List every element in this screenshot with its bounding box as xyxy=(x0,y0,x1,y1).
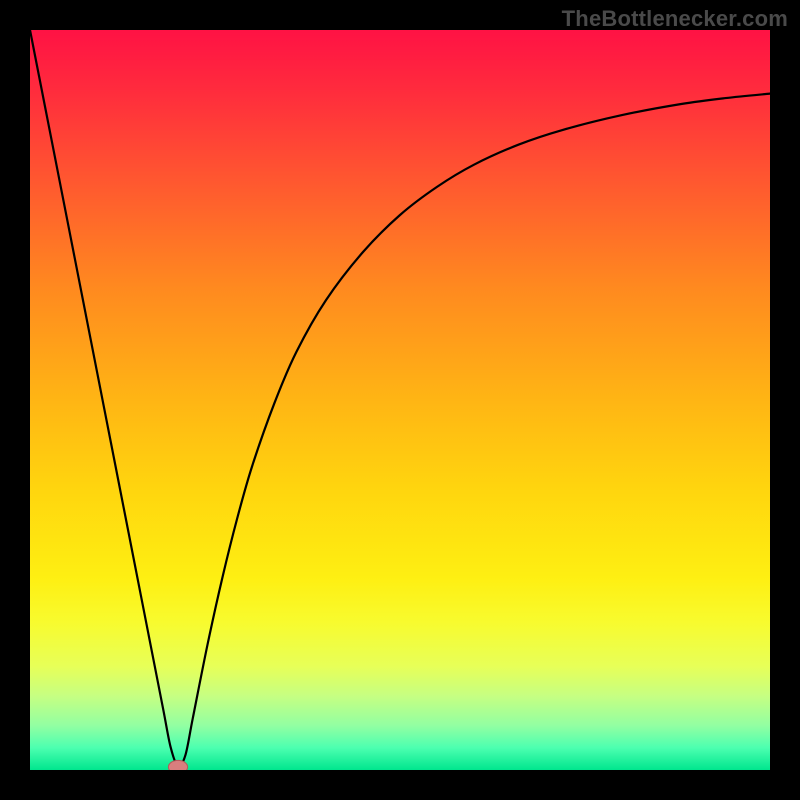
chart-frame: TheBottleneсker.com xyxy=(0,0,800,800)
gradient-background xyxy=(30,30,770,770)
watermark-text: TheBottleneсker.com xyxy=(562,6,788,32)
chart-svg xyxy=(30,30,770,770)
chart-plot-area xyxy=(30,30,770,770)
optimal-point-marker xyxy=(168,760,187,770)
